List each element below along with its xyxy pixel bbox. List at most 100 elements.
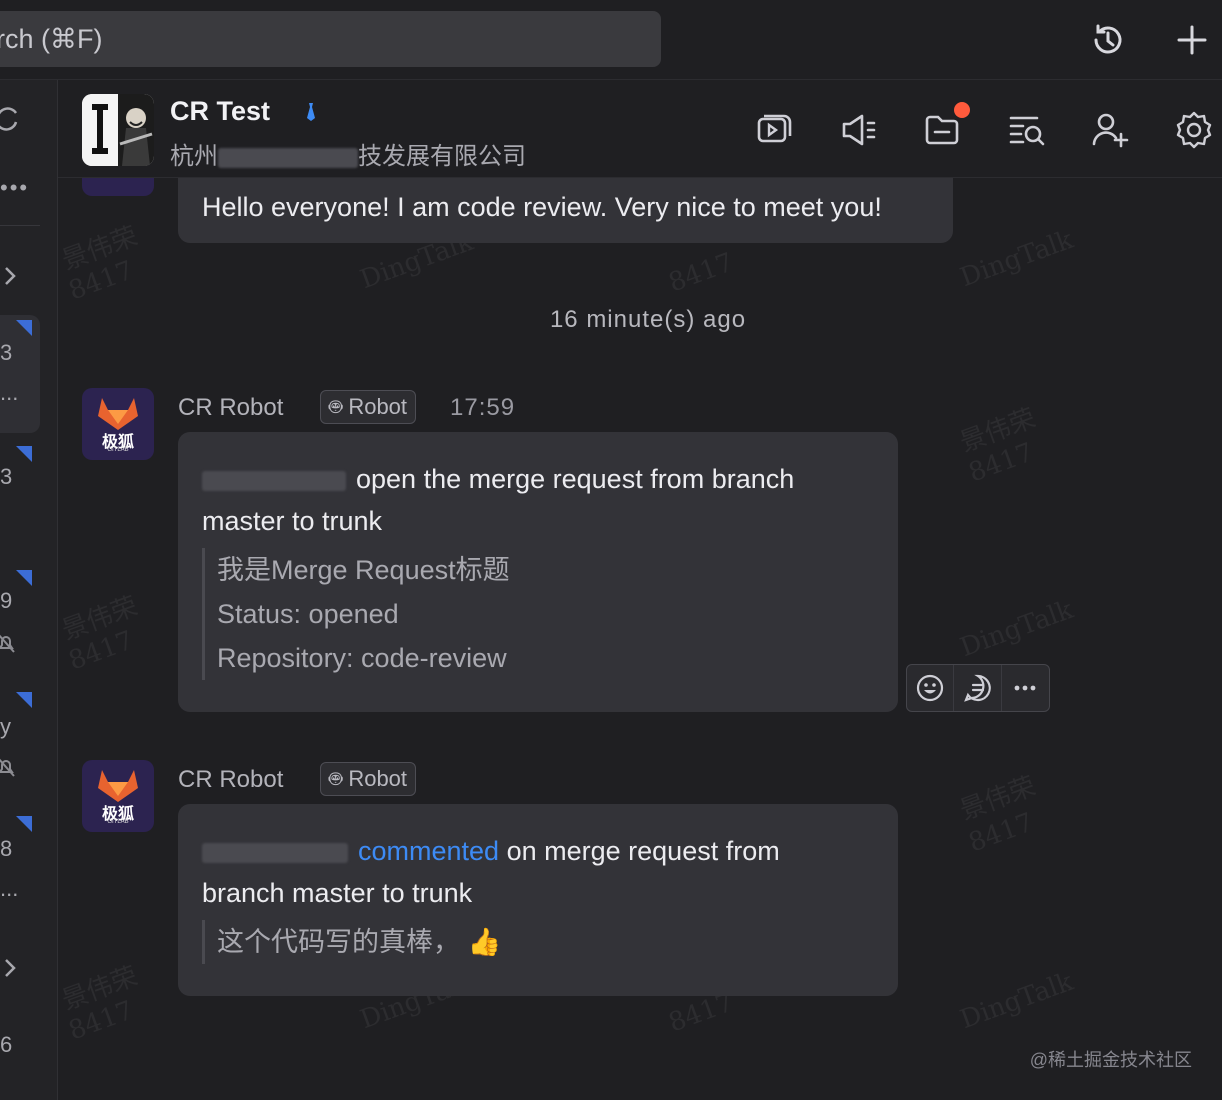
chevron-right-icon[interactable] [2,956,20,980]
chat-header: CR Test 杭州 技发展有限公司 [58,80,1222,178]
emoji-icon [917,674,944,702]
group-avatar-image [82,94,154,166]
robot-tag: 🤖︎ Robot [320,762,417,796]
robot-tag: 🤖︎ Robot [320,390,417,424]
message-line: master to trunk [202,506,383,536]
watermark: 景伟荣 [956,403,1040,459]
message-time: 17:59 [450,394,516,421]
watermark: 景伟荣 [58,591,142,647]
message-quote: 我是Merge Request标题 Status: opened Reposit… [202,548,874,680]
sidebar-item-text: 3 [0,340,13,365]
sidebar-item-text: 6 [0,1032,13,1057]
reply-button[interactable] [954,665,1002,711]
mute-icon [0,758,15,777]
subtitle-prefix: 杭州 [170,143,218,170]
thumbs-up-emoji: 👍 [467,927,502,957]
search-placeholder: rch (⌘F) [0,24,103,54]
commented-link[interactable]: commented [358,836,499,866]
top-bar: rch (⌘F) [0,0,1222,80]
sidebar-item-text: y [0,714,11,739]
merge-request-link[interactable]: 我是Merge Request标题 [217,548,874,592]
message-line: commented on merge request from [202,830,874,872]
settings-icon[interactable] [1172,108,1216,152]
message-list: 景伟荣 8417 DingTalk 8417 DingTalk 景伟荣 8417… [58,178,1222,1100]
watermark: 8417 [64,995,138,1047]
message-bubble[interactable]: Hello everyone! I am code review. Very n… [178,178,953,243]
bot-avatar[interactable]: 极狐 GITLAB [82,760,154,832]
divider [0,225,40,226]
avatar-sublabel: GITLAB [107,447,129,453]
search-input[interactable]: rch (⌘F) [0,11,661,67]
avatar-sublabel: GITLAB [107,819,129,825]
watermark: 景伟荣 [956,771,1040,827]
sender-name[interactable]: CR Robot [178,394,283,422]
sidebar-item-text: 9 [0,588,13,613]
redacted-user [202,470,346,491]
time-divider: 16 minute(s) ago [549,306,747,333]
watermark: 8417 [964,807,1038,859]
chat-subtitle: 杭州 技发展有限公司 [170,136,526,171]
repository-text: Repository: code-review [217,643,507,673]
robot-tag-label: Robot [348,394,408,419]
watermark: DingTalk [956,224,1078,294]
watermark: 景伟荣 [58,961,142,1017]
chevron-right-icon[interactable] [2,264,20,288]
sidebar-item-text: 8 [0,836,13,861]
plus-icon[interactable] [1172,20,1212,60]
history-icon[interactable] [1088,20,1128,60]
message-bubble[interactable]: open the merge request from branch maste… [178,432,898,712]
emoji-reaction-button[interactable] [907,665,955,711]
message-line: branch master to trunk [202,878,473,908]
more-dots-icon[interactable]: ••• [0,175,29,201]
watermark: 景伟荣 [58,221,142,277]
conversation-sidebar: ••• 3 ... 3 9 y 8 ... 6 [0,80,58,1100]
more-icon [1014,685,1036,691]
group-avatar[interactable] [82,94,154,166]
robot-icon: 🤖︎ [329,766,343,791]
message-bubble[interactable]: commented on merge request from branch m… [178,804,898,996]
subtitle-suffix: 技发展有限公司 [358,143,526,170]
message-text: Hello everyone! I am code review. Very n… [202,192,882,222]
bot-avatar[interactable] [82,178,154,196]
reply-icon [963,674,991,702]
verified-tie-icon [307,103,315,121]
status-text: Status: opened [217,599,399,629]
announcement-icon[interactable] [836,108,880,152]
sender-name[interactable]: CR Robot [178,766,283,794]
mute-icon [0,634,15,653]
refresh-icon[interactable] [0,102,24,136]
comment-body: 这个代码写的真棒， [217,927,460,957]
redacted-user [202,842,348,863]
message-quote: 这个代码写的真棒， 👍 [202,920,874,964]
pin-flag-icon [16,816,32,832]
sidebar-item-text: ... [0,380,19,405]
watermark: DingTalk [956,966,1078,1036]
source-credit: @稀土掘金技术社区 [1029,1050,1192,1070]
sidebar-item-text: 3 [0,464,13,489]
bot-avatar[interactable]: 极狐 GITLAB [82,388,154,460]
comment-text: 这个代码写的真棒， 👍 [217,920,874,964]
redacted-text [218,147,358,168]
sidebar-item-text: ... [0,876,19,901]
more-button[interactable] [1002,665,1049,711]
message-text: open the merge request from branch [356,464,795,494]
screen-share-icon[interactable] [752,108,796,152]
pin-flag-icon [16,320,32,336]
add-member-icon[interactable] [1088,108,1132,152]
pin-flag-icon [16,446,32,462]
watermark: 8417 [64,255,138,307]
watermark: 8417 [64,625,138,677]
message-line: open the merge request from branch [202,458,874,500]
robot-tag-label: Robot [348,766,408,791]
watermark: 8417 [664,247,738,299]
message-actions [906,664,1050,712]
notification-badge [954,102,970,118]
watermark: DingTalk [956,594,1078,664]
robot-icon: 🤖︎ [329,394,343,419]
pin-flag-icon [16,692,32,708]
search-history-icon[interactable] [1004,108,1048,152]
watermark: 8417 [964,437,1038,489]
chat-title: CR Test [170,96,271,126]
message-text: on merge request from [506,836,780,866]
pin-flag-icon [16,570,32,586]
